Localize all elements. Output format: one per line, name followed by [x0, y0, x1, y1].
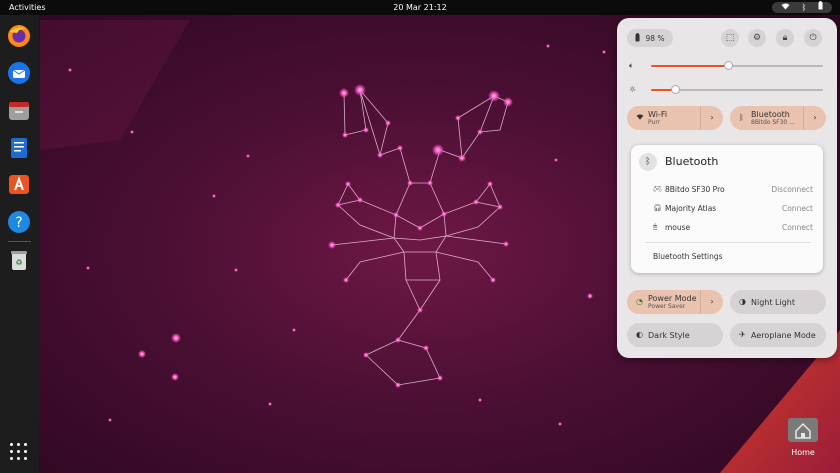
- power-mode-value: Power Saver: [648, 303, 686, 310]
- bluetooth-icon: ᛒ: [639, 153, 657, 171]
- speaker-icon: 🔈︎: [629, 61, 634, 70]
- power-mode-icon: ◔: [636, 297, 643, 306]
- battery-status-button[interactable]: 98 %: [627, 29, 673, 47]
- lock-icon: 🔒︎: [782, 33, 788, 43]
- aeroplane-mode-label: Aeroplane Mode: [751, 331, 816, 340]
- bluetooth-submenu: ᛒ Bluetooth 🎮︎ 8Bitdo SF30 Pro Disconnec…: [631, 145, 823, 273]
- clock[interactable]: 20 Mar 21:12: [0, 0, 840, 15]
- dark-style-toggle[interactable]: ◐ Dark Style: [627, 323, 723, 347]
- settings-button[interactable]: ⚙: [748, 29, 766, 47]
- volume-knob[interactable]: [724, 61, 733, 70]
- gamepad-icon: 🎮︎: [653, 185, 662, 193]
- help-icon[interactable]: ?: [7, 210, 31, 234]
- device-name: mouse: [665, 223, 691, 232]
- screenshot-icon: ⬚: [725, 33, 735, 43]
- svg-text:?: ?: [15, 215, 22, 231]
- thunderbird-icon[interactable]: [7, 61, 31, 85]
- wifi-icon: [781, 0, 790, 15]
- trash-icon[interactable]: ♻: [7, 248, 31, 272]
- bluetooth-device-row[interactable]: 🎧︎ Majority Atlas Connect: [653, 204, 813, 216]
- wifi-label: Wi-Fi: [648, 110, 668, 119]
- dock-separator: [8, 241, 31, 242]
- wifi-menu-arrow[interactable]: ›: [700, 106, 723, 130]
- brightness-slider[interactable]: ☼: [629, 85, 829, 95]
- device-name: Majority Atlas: [665, 204, 717, 213]
- files-icon[interactable]: [7, 99, 31, 123]
- home-folder-label[interactable]: Home: [780, 448, 826, 457]
- bluetooth-menu-title: Bluetooth: [665, 155, 719, 168]
- night-light-icon: ◑: [739, 297, 746, 306]
- bluetooth-label: Bluetooth: [751, 110, 790, 119]
- battery-icon: [635, 32, 640, 44]
- battery-icon: [818, 0, 823, 15]
- wifi-network-name: Purr: [648, 119, 661, 126]
- device-action[interactable]: Connect: [782, 223, 813, 232]
- brightness-knob[interactable]: [671, 85, 680, 94]
- app-center-icon[interactable]: [7, 172, 31, 196]
- firefox-icon[interactable]: [7, 24, 31, 48]
- power-button[interactable]: ⏻: [804, 29, 822, 47]
- aeroplane-mode-toggle[interactable]: ✈ Aeroplane Mode: [730, 323, 826, 347]
- wifi-toggle[interactable]: Wi-Fi Purr ›: [627, 106, 723, 130]
- device-action[interactable]: Disconnect: [771, 185, 813, 194]
- quick-settings-panel: 98 % ⬚ ⚙ 🔒︎ ⏻ 🔈︎ ☼ Wi-Fi Purr › ᛒ Blueto…: [617, 18, 837, 358]
- screenshot-button[interactable]: ⬚: [721, 29, 739, 47]
- menu-separator: [645, 242, 811, 243]
- device-action[interactable]: Connect: [782, 204, 813, 213]
- night-light-label: Night Light: [751, 298, 795, 307]
- bluetooth-device-name: 8Bitdo SF30 ...: [751, 119, 795, 126]
- dock: ? ♻: [0, 15, 39, 473]
- system-tray[interactable]: ᛒ: [772, 0, 832, 15]
- power-mode-label: Power Mode: [648, 294, 697, 303]
- dark-style-label: Dark Style: [648, 331, 690, 340]
- device-name: 8Bitdo SF30 Pro: [665, 185, 725, 194]
- power-mode-toggle[interactable]: ◔ Power Mode Power Saver ›: [627, 290, 723, 314]
- wifi-icon: [636, 113, 644, 122]
- bluetooth-toggle[interactable]: ᛒ Bluetooth 8Bitdo SF30 ... ›: [730, 106, 826, 130]
- mouse-icon: 🖱︎: [653, 223, 658, 231]
- power-mode-menu-arrow[interactable]: ›: [700, 290, 723, 314]
- night-light-toggle[interactable]: ◑ Night Light: [730, 290, 826, 314]
- battery-percentage: 98 %: [645, 33, 665, 43]
- brightness-icon: ☼: [629, 85, 637, 94]
- bluetooth-device-row[interactable]: 🎮︎ 8Bitdo SF30 Pro Disconnect: [653, 185, 813, 197]
- bluetooth-device-row[interactable]: 🖱︎ mouse Connect: [653, 223, 813, 235]
- svg-text:♻: ♻: [15, 258, 22, 267]
- power-icon: ⏻: [809, 33, 817, 43]
- bluetooth-icon: ᛒ: [739, 113, 744, 122]
- bluetooth-menu-arrow[interactable]: ›: [803, 106, 826, 130]
- bluetooth-settings-item[interactable]: Bluetooth Settings: [653, 252, 723, 261]
- show-apps-icon[interactable]: [10, 443, 28, 461]
- home-folder-icon[interactable]: [788, 418, 818, 442]
- aeroplane-icon: ✈: [739, 330, 746, 339]
- gear-icon: ⚙: [752, 33, 762, 43]
- top-bar: Activities 20 Mar 21:12 ᛒ: [0, 0, 840, 15]
- libreoffice-writer-icon[interactable]: [7, 136, 31, 160]
- bluetooth-icon: ᛒ: [801, 3, 807, 12]
- dark-style-icon: ◐: [636, 330, 643, 339]
- headphones-icon: 🎧︎: [653, 204, 662, 212]
- volume-fill: [651, 65, 728, 67]
- volume-slider[interactable]: 🔈︎: [629, 61, 829, 71]
- lock-button[interactable]: 🔒︎: [776, 29, 794, 47]
